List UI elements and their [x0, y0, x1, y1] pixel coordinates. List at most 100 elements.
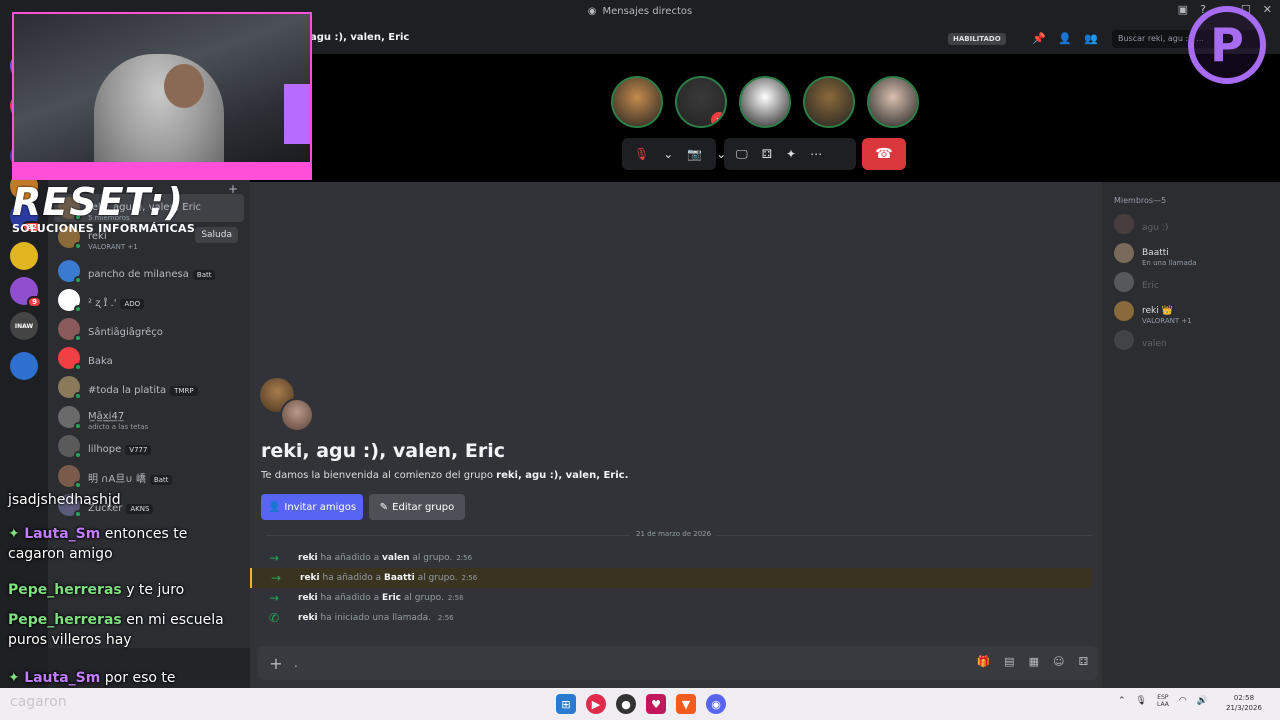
activities-icon[interactable]: ⚃ [762, 147, 772, 161]
call-participant-avatar[interactable] [611, 76, 663, 128]
edit-label: Editar grupo [392, 501, 455, 513]
dm-item[interactable]: pancho de milanesa Batt [54, 257, 244, 285]
dm-tag: ADO [120, 298, 145, 309]
members-icon[interactable]: 👥 [1084, 32, 1098, 45]
call-participant-avatar[interactable]: ✕ [675, 76, 727, 128]
dm-name: Sântiâgiâgrêço [88, 326, 163, 338]
brave-icon[interactable]: ▼ [676, 694, 696, 714]
join-arrow-icon: → [268, 591, 280, 605]
message-target[interactable]: Baatti [384, 573, 415, 583]
inbox-icon[interactable]: ▣ [1178, 3, 1188, 16]
call-area: ✕ 🎙 ⌄ 📷 ⌄ 🖵 ⚃ ✦ ⋯ ☎ [250, 54, 1280, 182]
screen-share-icon[interactable]: 🖵 [736, 147, 748, 162]
avatar [58, 465, 82, 489]
close-icon[interactable]: ✕ [1263, 3, 1272, 16]
hangup-button[interactable]: ☎ [862, 138, 906, 170]
group-avatar [280, 398, 314, 432]
chat-main: reki, agu :), valen, Eric Te damos la bi… [250, 182, 1102, 688]
windows-start-icon[interactable]: ⊞ [556, 694, 576, 714]
message-actor[interactable]: reki [300, 573, 320, 583]
message-verb: ha iniciado una llamada. [320, 613, 432, 623]
dm-item[interactable]: ² ʐ ɪ̊ .' ADO [54, 286, 244, 314]
streamer-webcam [12, 12, 312, 180]
dm-item[interactable]: lilhope V777 [54, 432, 244, 460]
apps-icon[interactable]: ⚃ [1078, 655, 1088, 668]
server-icon[interactable]: 9 [10, 277, 42, 308]
status-indicator [74, 305, 82, 313]
chat-header: agu :), valen, Eric HABILITADO 📌 👤 👥 Bus… [250, 22, 1280, 54]
mic-muted-icon[interactable]: 🎙 [634, 147, 649, 161]
dm-item[interactable]: 明 ∩A旦∪ 嶠 Batt [54, 462, 244, 490]
pin-icon[interactable]: 📌 [1032, 32, 1046, 45]
message-actor[interactable]: reki [298, 553, 318, 563]
server-icon[interactable]: INAW [10, 312, 38, 340]
member-item[interactable]: Baatti En una llamada [1114, 241, 1274, 267]
attach-icon[interactable]: + [258, 654, 294, 673]
call-actions: 🖵 ⚃ ✦ ⋯ [724, 138, 856, 170]
member-list-header: Miembros—5 [1114, 196, 1167, 205]
invite-friends-button[interactable]: 👤 Invitar amigos [261, 494, 363, 520]
mic-control[interactable]: 🎙 ⌄ 📷 ⌄ [622, 138, 726, 170]
message-verb: ha añadido a [320, 553, 380, 563]
dm-name: Baka [88, 355, 113, 367]
message-actor[interactable]: reki [298, 593, 318, 603]
more-icon[interactable]: ⋯ [810, 147, 822, 161]
call-participant-avatar[interactable] [739, 76, 791, 128]
chat-user: Pepe_herreras [8, 612, 122, 628]
dm-item[interactable]: Baka [54, 344, 244, 372]
system-tray: ⌃ 🎙 ESP LAA ◠ 🔊 [1118, 694, 1208, 708]
obs-icon[interactable]: ● [616, 694, 636, 714]
server-icon[interactable] [10, 242, 38, 270]
clock[interactable]: 02:58 21/3/2026 [1226, 693, 1262, 713]
chevron-up-icon[interactable]: ⌃ [1118, 696, 1126, 706]
message-verb: ha añadido a [322, 573, 382, 583]
webcam-frame-bottom [14, 162, 310, 178]
composer-text[interactable]: . [294, 656, 298, 670]
member-item[interactable]: reki 👑 VALORANT +1 [1114, 299, 1274, 325]
camera-off-icon[interactable]: 📷 [687, 147, 702, 161]
avatar [58, 260, 82, 284]
call-participant-avatar[interactable] [803, 76, 855, 128]
emoji-icon[interactable]: ☺ [1053, 655, 1064, 668]
message-composer[interactable]: + . 🎁 ▤ ▦ ☺ ⚃ [258, 646, 1098, 680]
sparkle-icon: ✦ [8, 670, 20, 686]
gif-icon[interactable]: ▤ [1004, 655, 1014, 668]
message-target[interactable]: Eric [382, 593, 401, 603]
wave-button[interactable]: Saluda [195, 227, 238, 243]
dm-name: M̲ā̲x̲̲i̲4̲7̲ [88, 410, 125, 422]
title-area: ◉ Mensajes directos [588, 6, 692, 17]
dm-text: lilhope V777 [88, 437, 152, 456]
edit-group-button[interactable]: ✎ Editar grupo [369, 494, 465, 520]
clock-date: 21/3/2026 [1226, 704, 1262, 712]
music-app-icon[interactable]: ▶ [586, 694, 606, 714]
dm-name: #toda la platita [88, 384, 167, 396]
avatar [58, 318, 82, 342]
mic-icon[interactable]: 🎙 [1136, 696, 1147, 706]
dm-text: M̲ā̲x̲̲i̲4̲7̲ adicto a las tetas [88, 404, 148, 431]
chat-overflow-text: cagaron [10, 694, 67, 710]
pocket-icon[interactable]: ♥ [646, 694, 666, 714]
member-item[interactable]: valen [1114, 328, 1274, 352]
add-member-icon[interactable]: 👤 [1058, 32, 1072, 45]
language-indicator[interactable]: ESP LAA [1157, 694, 1169, 708]
avatar [58, 406, 82, 430]
wifi-icon[interactable]: ◠ [1179, 696, 1187, 706]
dm-item[interactable]: Sântiâgiâgrêço [54, 315, 244, 343]
discord-taskbar-icon[interactable]: ◉ [706, 694, 726, 714]
volume-icon[interactable]: 🔊 [1197, 696, 1208, 706]
member-status: VALORANT +1 [1142, 316, 1192, 325]
join-arrow-icon: → [270, 571, 282, 585]
dm-item[interactable]: #toda la platita TMRP [54, 373, 244, 401]
chevron-down-icon[interactable]: ⌄ [663, 147, 673, 161]
message-actor[interactable]: reki [298, 613, 318, 623]
server-icon[interactable] [10, 352, 38, 380]
dm-item[interactable]: M̲ā̲x̲̲i̲4̲7̲ adicto a las tetas [54, 403, 244, 431]
sticker-icon[interactable]: ▦ [1029, 655, 1039, 668]
message-target[interactable]: valen [382, 553, 410, 563]
call-participant-avatar[interactable] [867, 76, 919, 128]
member-item[interactable]: Eric [1114, 270, 1274, 294]
webcam-head [164, 64, 204, 108]
gift-icon[interactable]: 🎁 [976, 655, 990, 668]
soundboard-icon[interactable]: ✦ [786, 147, 796, 161]
member-item[interactable]: agu :) [1114, 212, 1274, 236]
